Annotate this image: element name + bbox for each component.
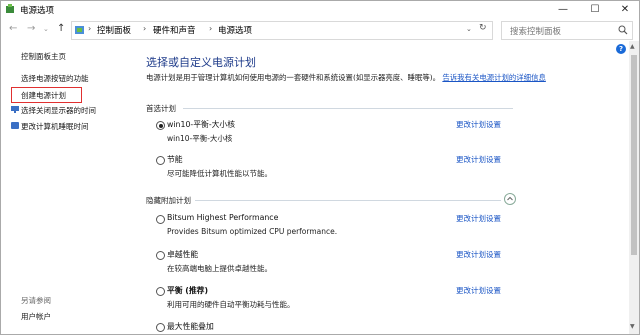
- vertical-scrollbar[interactable]: ▲ ▼: [629, 41, 639, 334]
- address-row: ← → ⌄ ↑ › 控制面板 › 硬件和声音 › 电源选项 ⌄ ↻ 搜索控制面板: [1, 19, 639, 41]
- plan-radio-bitsum[interactable]: [156, 215, 165, 224]
- plan-radio-balanced-bigsmall[interactable]: [156, 121, 165, 130]
- up-arrow-icon[interactable]: ↑: [57, 23, 65, 34]
- sidebar-item-create-plan[interactable]: 创建电源计划: [21, 90, 66, 101]
- scroll-up-arrow-icon[interactable]: ▲: [630, 43, 635, 50]
- sidebar-item-power-button[interactable]: 选择电源按钮的功能: [21, 73, 89, 84]
- plan-radio-balanced[interactable]: [156, 287, 165, 296]
- control-panel-icon: [75, 26, 84, 34]
- change-plan-settings-link[interactable]: 更改计划设置: [456, 154, 501, 165]
- maximize-button[interactable]: ☐: [581, 1, 609, 18]
- page-description: 电源计划是用于管理计算机如何使用电源的一套硬件和系统设置(如显示器亮度、睡眠等)…: [146, 72, 616, 83]
- crumb-power-options[interactable]: 电源选项: [218, 24, 252, 36]
- search-icon: [618, 25, 628, 35]
- plan-name: 最大性能叠加: [167, 322, 214, 331]
- change-plan-settings-link[interactable]: 更改计划设置: [456, 213, 501, 224]
- crumb-control-panel[interactable]: 控制面板: [97, 24, 131, 36]
- moon-sleep-icon: [11, 122, 19, 129]
- user-accounts-link[interactable]: 用户帐户: [21, 311, 51, 322]
- group-divider: [183, 108, 513, 109]
- forward-arrow-icon[interactable]: →: [27, 23, 35, 34]
- refresh-icon[interactable]: ↻: [479, 23, 487, 33]
- breadcrumb-separator-icon: ›: [209, 24, 213, 33]
- see-also-heading: 另请参阅: [21, 296, 51, 305]
- monitor-icon: [11, 106, 19, 113]
- breadcrumb-separator-icon: ›: [143, 24, 147, 33]
- learn-more-link[interactable]: 告诉我有关电源计划的详细信息: [442, 73, 545, 82]
- sidebar-item-sleep-time[interactable]: 更改计算机睡眠时间: [21, 121, 89, 132]
- plan-name: Bitsum Highest Performance: [167, 213, 279, 222]
- change-plan-settings-link[interactable]: 更改计划设置: [456, 285, 501, 296]
- description-text: 电源计划是用于管理计算机如何使用电源的一套硬件和系统设置(如显示器亮度、睡眠等)…: [146, 73, 441, 82]
- address-bar[interactable]: › 控制面板 › 硬件和声音 › 电源选项 ⌄ ↻: [71, 21, 493, 40]
- sidebar-item-display-off[interactable]: 选择关闭显示器的时间: [21, 105, 96, 116]
- hidden-plans-heading: 隐藏附加计划: [146, 196, 191, 205]
- sidebar: 控制面板主页 选择电源按钮的功能 创建电源计划 选择关闭显示器的时间 更改计算机…: [1, 41, 133, 334]
- plan-name: win10-平衡-大小核: [167, 120, 236, 129]
- scroll-down-arrow-icon[interactable]: ▼: [630, 323, 635, 330]
- main-content: 选择或自定义电源计划 电源计划是用于管理计算机如何使用电源的一套硬件和系统设置(…: [133, 41, 627, 334]
- plan-description: 利用可用的硬件自动平衡功耗与性能。: [167, 300, 295, 309]
- plan-radio-power-saver[interactable]: [156, 156, 165, 165]
- collapse-chevron-icon[interactable]: [504, 193, 516, 205]
- address-dropdown-icon[interactable]: ⌄: [466, 25, 472, 33]
- minimize-button[interactable]: —: [549, 1, 577, 18]
- recent-dropdown-icon[interactable]: ⌄: [43, 25, 49, 33]
- breadcrumb-separator-icon: ›: [88, 24, 92, 33]
- plan-name: 节能: [167, 155, 183, 164]
- window-title: 电源选项: [20, 6, 55, 16]
- title-bar: 电源选项 — ☐ ✕: [1, 1, 639, 18]
- plan-description: 尽可能降低计算机性能以节能。: [167, 169, 272, 178]
- plan-radio-max-performance[interactable]: [156, 323, 165, 332]
- search-input[interactable]: 搜索控制面板: [501, 21, 633, 40]
- preferred-plans-heading: 首选计划: [146, 104, 176, 113]
- plan-name: 卓越性能: [167, 250, 199, 259]
- change-plan-settings-link[interactable]: 更改计划设置: [456, 249, 501, 260]
- page-title: 选择或自定义电源计划: [146, 56, 256, 69]
- group-divider: [195, 200, 501, 201]
- sidebar-home-link[interactable]: 控制面板主页: [21, 51, 66, 62]
- help-icon[interactable]: ?: [616, 44, 626, 54]
- power-options-window: 电源选项 — ☐ ✕ ← → ⌄ ↑ › 控制面板 › 硬件和声音 › 电源选项…: [0, 0, 640, 335]
- back-arrow-icon[interactable]: ←: [9, 23, 17, 34]
- plan-radio-ultimate[interactable]: [156, 251, 165, 260]
- plan-name: 平衡 (推荐): [167, 286, 209, 295]
- crumb-hardware-sound[interactable]: 硬件和声音: [153, 24, 196, 36]
- plan-description: win10-平衡-大小核: [167, 134, 233, 143]
- close-button[interactable]: ✕: [611, 1, 639, 18]
- scrollbar-thumb[interactable]: [631, 55, 637, 255]
- plan-description: 在较高端电脑上提供卓越性能。: [167, 264, 272, 273]
- search-placeholder: 搜索控制面板: [510, 27, 562, 37]
- plan-description: Provides Bitsum optimized CPU performanc…: [167, 227, 338, 236]
- power-options-icon: [6, 4, 14, 13]
- change-plan-settings-link[interactable]: 更改计划设置: [456, 119, 501, 130]
